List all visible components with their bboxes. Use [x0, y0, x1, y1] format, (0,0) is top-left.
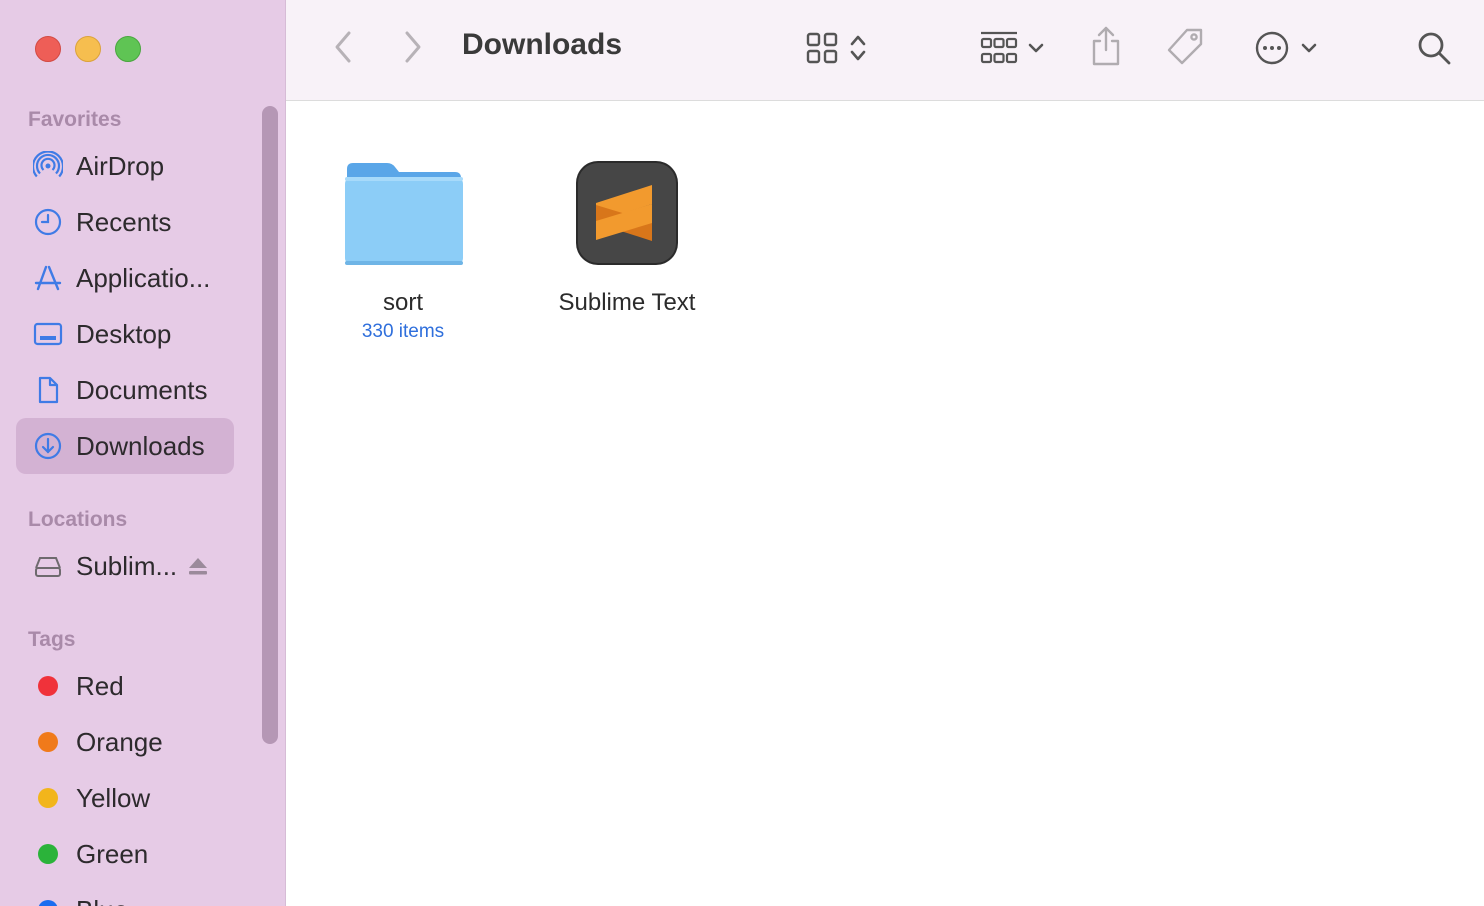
icon-view-grid-icon	[805, 31, 839, 65]
sidebar-item-label: Sublim...	[76, 550, 178, 581]
file-browser-area[interactable]: sort 330 items Sublime Text	[286, 101, 1484, 906]
sidebar-item-airdrop[interactable]: AirDrop	[16, 138, 234, 194]
desktop-icon	[32, 318, 64, 350]
forward-button[interactable]	[396, 28, 430, 66]
sidebar-item-label: Orange	[76, 726, 163, 757]
applications-icon	[32, 262, 64, 294]
eject-icon[interactable]	[187, 555, 209, 577]
finder-window: Favorites AirDrop Recents Applicatio... …	[0, 0, 1484, 906]
sidebar-item-sublime-volume[interactable]: Sublim...	[16, 538, 234, 594]
sidebar-tag-green[interactable]: Green	[16, 826, 234, 882]
sidebar: Favorites AirDrop Recents Applicatio... …	[0, 0, 286, 906]
sidebar-item-label: Recents	[76, 206, 172, 237]
sidebar-scrollbar[interactable]	[262, 106, 278, 744]
ellipsis-circle-icon	[1254, 30, 1290, 66]
more-actions-button[interactable]	[1250, 28, 1322, 68]
search-icon	[1416, 30, 1452, 66]
tag-dot-icon	[32, 894, 64, 906]
clock-icon	[32, 206, 64, 238]
file-name: sort	[382, 289, 423, 316]
group-grid-icon	[979, 30, 1019, 66]
sidebar-tag-orange[interactable]: Orange	[16, 714, 234, 770]
tag-dot-icon	[32, 726, 64, 758]
sidebar-tag-red[interactable]: Red	[16, 658, 234, 714]
back-button[interactable]	[326, 28, 360, 66]
share-button[interactable]	[1086, 24, 1126, 68]
sidebar-item-label: Green	[76, 838, 149, 869]
share-icon	[1089, 25, 1123, 67]
sidebar-item-label: Yellow	[76, 782, 151, 813]
window-title: Downloads	[462, 28, 623, 61]
sidebar-item-label: Applicatio...	[76, 262, 211, 293]
zoom-window-button[interactable]	[115, 36, 141, 62]
sidebar-item-label: Red	[76, 670, 124, 701]
sidebar-item-label: Downloads	[76, 430, 205, 461]
sidebar-item-label: AirDrop	[76, 150, 165, 181]
chevron-updown-icon	[849, 33, 867, 63]
file-item-count: 330 items	[361, 321, 445, 342]
tag-dot-icon	[32, 670, 64, 702]
sidebar-item-applications[interactable]: Applicatio...	[16, 250, 234, 306]
chevron-down-icon	[1027, 42, 1045, 54]
sidebar-item-recents[interactable]: Recents	[16, 194, 234, 250]
sidebar-item-documents[interactable]: Documents	[16, 362, 234, 418]
file-item-sublime-text[interactable]: Sublime Text	[537, 159, 717, 317]
view-mode-button[interactable]	[798, 28, 874, 68]
sidebar-item-label: Documents	[76, 374, 208, 405]
sidebar-item-label: Desktop	[76, 318, 172, 349]
sidebar-item-label: Blue	[76, 895, 128, 906]
download-icon	[32, 430, 64, 462]
sidebar-tag-blue[interactable]: Blue	[16, 882, 234, 906]
airdrop-icon	[32, 150, 64, 182]
sidebar-item-desktop[interactable]: Desktop	[16, 306, 234, 362]
drive-icon	[32, 550, 64, 582]
file-name: Sublime Text	[558, 289, 696, 316]
window-controls	[35, 36, 141, 62]
sublime-text-app-icon	[537, 159, 717, 269]
sidebar-item-downloads[interactable]: Downloads	[16, 418, 234, 474]
tag-button[interactable]	[1164, 26, 1206, 68]
favorites-title: Favorites	[28, 108, 122, 131]
locations-title: Locations	[28, 508, 128, 531]
folder-icon	[313, 159, 493, 269]
chevron-right-icon	[402, 30, 424, 64]
chevron-down-icon	[1300, 42, 1318, 54]
document-icon	[32, 374, 64, 406]
minimize-window-button[interactable]	[75, 36, 101, 62]
chevron-left-icon	[332, 30, 354, 64]
tags-title: Tags	[28, 628, 76, 651]
tag-icon	[1165, 27, 1205, 67]
tag-dot-icon	[32, 838, 64, 870]
group-button[interactable]	[974, 28, 1050, 68]
file-item-sort-folder[interactable]: sort 330 items	[313, 159, 493, 343]
sidebar-tag-yellow[interactable]: Yellow	[16, 770, 234, 826]
close-window-button[interactable]	[35, 36, 61, 62]
tag-dot-icon	[32, 782, 64, 814]
search-button[interactable]	[1414, 28, 1454, 68]
toolbar: Downloads	[286, 0, 1484, 101]
